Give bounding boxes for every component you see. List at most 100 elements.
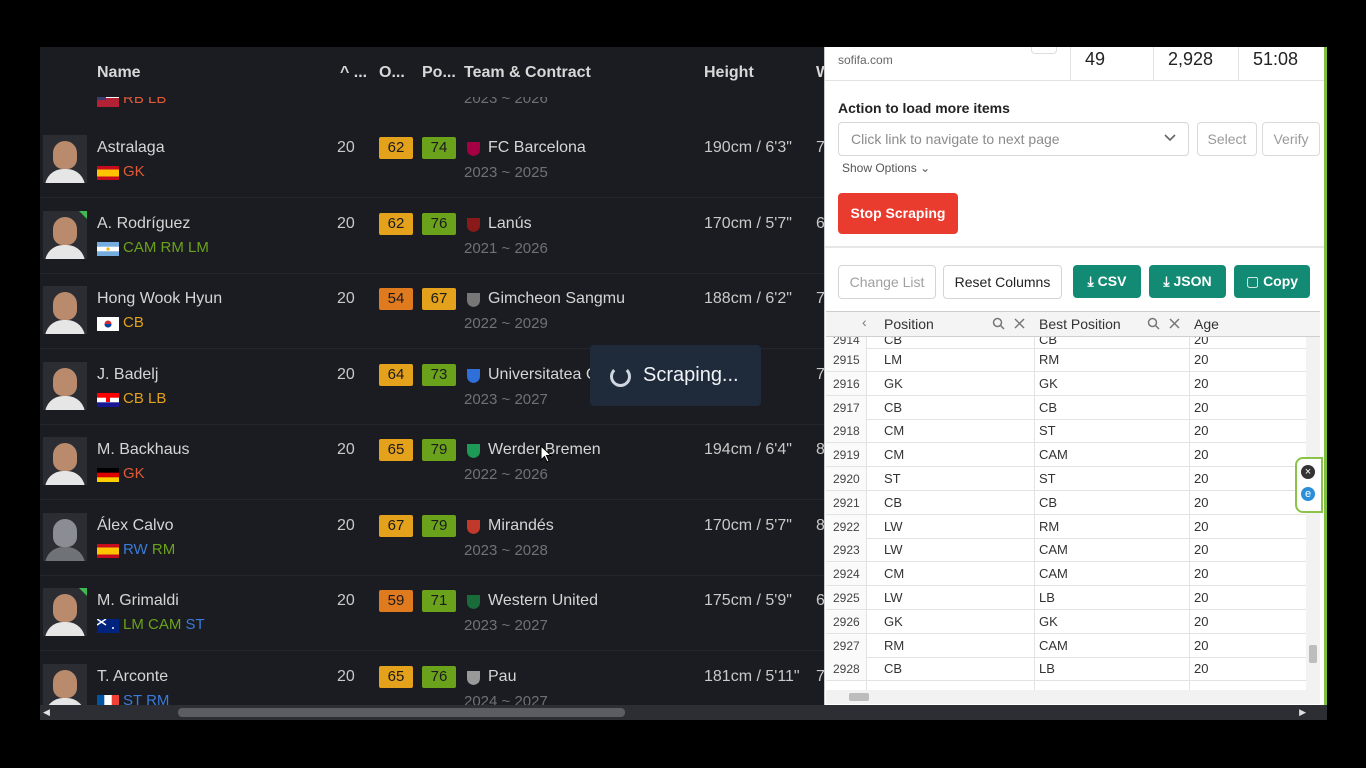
search-icon[interactable] [1147, 317, 1160, 330]
grid-row[interactable]: 2925 LW LB 20 [826, 586, 1306, 610]
cell-best-position[interactable]: RM [1039, 352, 1059, 367]
stop-scraping-button[interactable]: Stop Scraping [838, 193, 958, 234]
player-avatar[interactable] [43, 512, 87, 561]
cell-position[interactable]: LW [884, 519, 903, 534]
cell-best-position[interactable]: LB [1039, 661, 1055, 676]
player-name[interactable]: T. Arconte [97, 668, 168, 686]
cell-best-position[interactable]: CAM [1039, 638, 1068, 653]
grid-row[interactable]: 2915 LM RM 20 [826, 348, 1306, 372]
cell-position[interactable]: GK [884, 376, 903, 391]
grid-row[interactable]: 2922 LW RM 20 [826, 514, 1306, 539]
cell-position[interactable]: ST [884, 471, 901, 486]
cell-best-position[interactable]: CAM [1039, 447, 1068, 462]
cell-position[interactable]: CM [884, 566, 904, 581]
csv-button[interactable]: ⤓ CSV [1073, 265, 1141, 298]
team-name[interactable]: FC Barcelona [488, 139, 586, 157]
cell-best-position[interactable]: CB [1039, 400, 1057, 415]
player-name[interactable]: Álex Calvo [97, 517, 173, 535]
cell-age[interactable]: 20 [1194, 542, 1208, 557]
cell-age[interactable]: 20 [1194, 566, 1208, 581]
player-avatar[interactable] [43, 437, 87, 485]
cell-best-position[interactable]: RM [1039, 519, 1059, 534]
cell-age[interactable]: 20 [1194, 495, 1208, 510]
cell-age[interactable]: 20 [1194, 661, 1208, 676]
cell-age[interactable]: 20 [1194, 590, 1208, 605]
cell-position[interactable]: LM [884, 352, 902, 367]
cell-position[interactable]: CM [884, 423, 904, 438]
json-button[interactable]: ⤓ JSON [1149, 265, 1226, 298]
cell-position[interactable]: LW [884, 542, 903, 557]
grid-row[interactable]: 2916 GK GK 20 [826, 371, 1306, 396]
close-icon[interactable]: × [1301, 465, 1315, 479]
reset-columns-button[interactable]: Reset Columns [943, 265, 1062, 299]
cell-age[interactable]: 20 [1194, 519, 1208, 534]
grid-col-best-position[interactable]: Best Position [1039, 316, 1121, 332]
cell-position[interactable]: CB [884, 400, 902, 415]
col-weight[interactable]: W [816, 64, 824, 82]
player-avatar[interactable] [43, 135, 87, 183]
chevron-left-icon[interactable]: ‹ [862, 314, 867, 330]
player-name[interactable]: Hong Wook Hyun [97, 290, 222, 308]
cell-best-position[interactable]: GK [1039, 376, 1058, 391]
search-icon[interactable] [992, 317, 1005, 330]
grid-row[interactable]: 2918 CM ST 20 [826, 419, 1306, 444]
player-name[interactable]: J. Badelj [97, 366, 158, 384]
grid-row[interactable]: 2923 LW CAM 20 [826, 538, 1306, 563]
grid-row[interactable]: 2928 CB LB 20 [826, 657, 1306, 682]
cell-best-position[interactable]: CAM [1039, 566, 1068, 581]
player-name[interactable]: A. Rodríguez [97, 215, 190, 233]
cell-position[interactable]: CM [884, 447, 904, 462]
panel-handle[interactable] [1031, 47, 1057, 54]
grid-col-age[interactable]: Age [1194, 316, 1219, 332]
close-icon[interactable] [1169, 318, 1180, 329]
scroll-right-icon[interactable]: ▶ [1299, 707, 1306, 718]
team-name[interactable]: Western United [488, 592, 598, 610]
grid-row[interactable]: 2919 CM CAM 20 [826, 443, 1306, 468]
cell-age[interactable]: 20 [1194, 614, 1208, 629]
page-horizontal-scrollbar[interactable]: ◀ ▶ [40, 705, 1327, 720]
cell-position[interactable]: GK [884, 614, 903, 629]
cell-best-position[interactable]: LB [1039, 590, 1055, 605]
cell-age[interactable]: 20 [1194, 376, 1208, 391]
col-height[interactable]: Height [704, 64, 754, 82]
cell-best-position[interactable]: CB [1039, 495, 1057, 510]
col-age[interactable]: ^ ... [340, 64, 367, 82]
cell-position[interactable]: CB [884, 495, 902, 510]
col-overall[interactable]: O... [379, 64, 405, 82]
team-name[interactable]: Mirandés [488, 517, 554, 535]
grid-horizontal-scrollbar[interactable] [826, 690, 1306, 704]
player-avatar[interactable] [43, 663, 87, 705]
close-icon[interactable] [1014, 318, 1025, 329]
cell-position[interactable]: CB [884, 661, 902, 676]
cell-best-position[interactable]: GK [1039, 614, 1058, 629]
cell-age[interactable]: 20 [1194, 638, 1208, 653]
player-name[interactable]: Astralaga [97, 139, 165, 157]
scrollbar-thumb[interactable] [178, 708, 625, 717]
player-avatar[interactable] [43, 286, 87, 334]
team-name[interactable]: Gimcheon Sangmu [488, 290, 625, 308]
verify-button[interactable]: Verify [1262, 122, 1320, 156]
cell-age[interactable]: 20 [1194, 352, 1208, 367]
grid-row[interactable]: 2917 CB CB 20 [826, 395, 1306, 420]
cell-age[interactable]: 20 [1194, 423, 1208, 438]
cell-age[interactable]: 20 [1194, 471, 1208, 486]
team-name[interactable]: Universitatea C [488, 366, 597, 384]
grid-row[interactable]: 2920 ST ST 20 [826, 467, 1306, 491]
player-name[interactable]: M. Grimaldi [97, 592, 179, 610]
grid-col-position[interactable]: Position [884, 316, 934, 332]
action-select[interactable]: Click link to navigate to next page [838, 122, 1189, 156]
grid-row[interactable]: 2926 GK GK 20 [826, 609, 1306, 634]
col-team-contract[interactable]: Team & Contract [464, 64, 591, 82]
col-name[interactable]: Name [97, 64, 141, 82]
team-name[interactable]: Lanús [488, 215, 532, 233]
copy-button[interactable]: ▢ Copy [1234, 265, 1310, 298]
team-name[interactable]: Pau [488, 668, 516, 686]
grid-row[interactable]: 2927 RM CAM 20 [826, 633, 1306, 658]
player-name[interactable]: M. Backhaus [97, 441, 189, 459]
player-avatar[interactable] [43, 588, 87, 636]
cell-age[interactable]: 20 [1194, 400, 1208, 415]
show-options-toggle[interactable]: Show Options ⌄ [842, 161, 930, 175]
grid-row[interactable]: 2924 CM CAM 20 [826, 562, 1306, 587]
scroll-left-icon[interactable]: ◀ [43, 707, 50, 718]
cell-best-position[interactable]: ST [1039, 423, 1056, 438]
